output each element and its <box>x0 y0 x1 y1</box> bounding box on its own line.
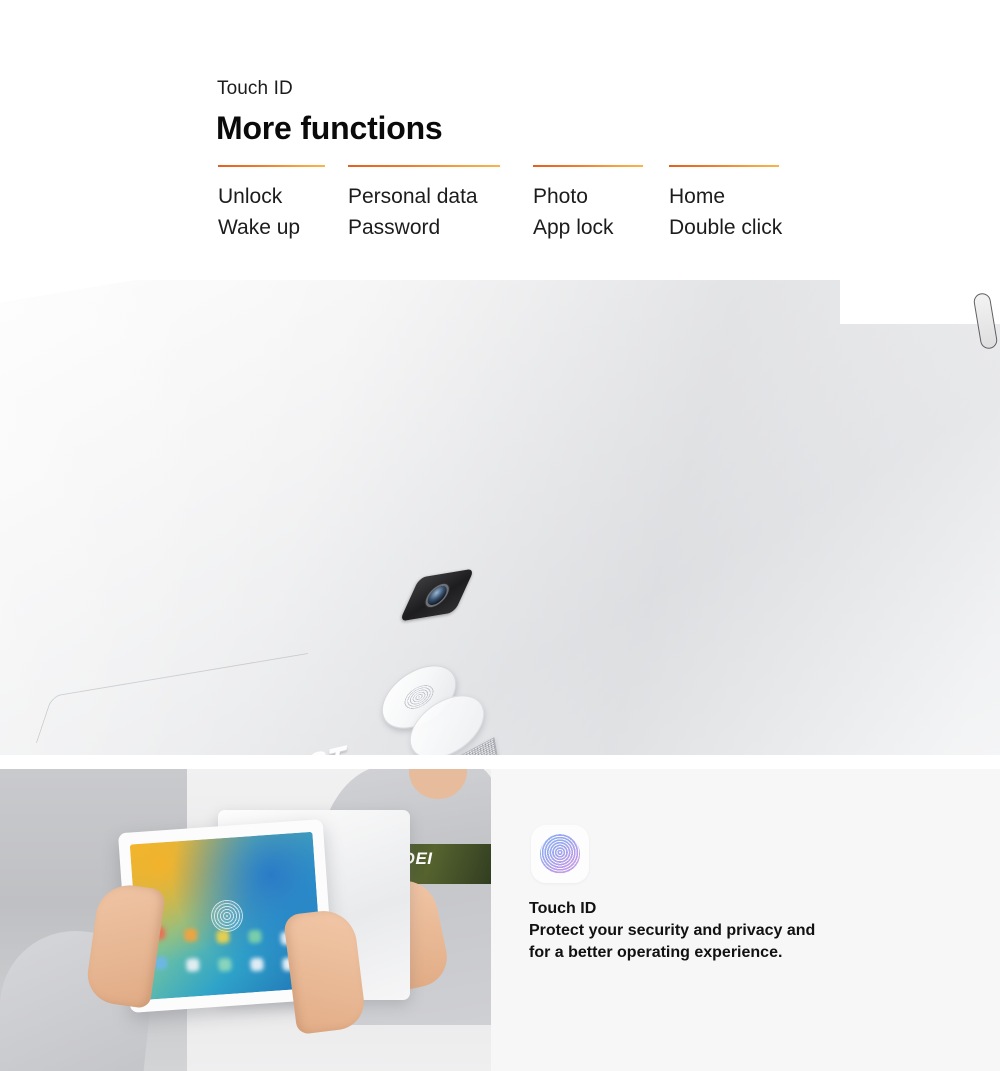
lifestyle-photo: BLK DEI <box>0 769 491 1071</box>
feature-line-1: Unlock <box>218 185 283 208</box>
feature-columns: Unlock Wake up Personal data Password Ph… <box>0 165 1000 255</box>
info-description-line-1: Protect your security and privacy and <box>529 922 816 939</box>
page-title: More functions <box>216 110 443 146</box>
feature-line-2: Double click <box>669 216 783 239</box>
fingerprint-icon <box>540 834 580 874</box>
info-panel <box>491 769 1000 1071</box>
fingerprint-icon-card <box>531 825 589 883</box>
feature-line-1: Home <box>669 185 726 208</box>
exploded-sensor-stack <box>370 652 630 763</box>
feature-line-2: App lock <box>533 216 614 239</box>
feature-column-home: Home Double click <box>669 165 783 239</box>
accent-rule <box>669 165 779 167</box>
bottom-section: BLK DEI <box>0 769 1000 1071</box>
header-section: Touch ID More functions Unlock Wake up P… <box>0 0 1000 280</box>
accent-rule <box>348 165 500 167</box>
feature-column-photo: Photo App lock <box>533 165 643 238</box>
hero-bottom-fill <box>0 755 1000 763</box>
accent-rule <box>533 165 643 167</box>
feature-line-2: Password <box>348 216 441 239</box>
feature-line-1: Personal data <box>348 185 478 208</box>
feature-line-2: Wake up <box>218 216 301 239</box>
feature-column-unlock: Unlock Wake up <box>218 165 325 238</box>
accent-rule <box>218 165 325 167</box>
feature-column-personal-data: Personal data Password <box>348 165 500 238</box>
feature-line-1: Photo <box>533 185 588 208</box>
hero-product-image: ▶TECLAST <box>0 280 1000 763</box>
info-title: Touch ID <box>529 900 597 917</box>
info-description-line-2: for a better operating experience. <box>529 944 783 961</box>
eyebrow-label: Touch ID <box>217 78 293 99</box>
